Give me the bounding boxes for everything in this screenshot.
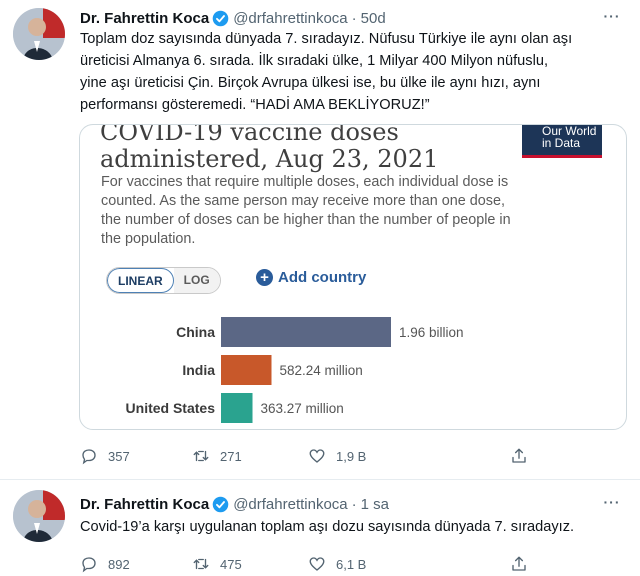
retweet-icon <box>193 450 209 462</box>
avatar[interactable] <box>13 8 65 60</box>
like-button[interactable]: 6,1 B <box>308 555 366 573</box>
bar-value-label: 582.24 million <box>280 363 363 378</box>
reply-icon <box>82 557 96 573</box>
heart-icon <box>309 449 325 463</box>
heart-icon <box>309 557 325 571</box>
retweet-count: 271 <box>220 448 242 464</box>
tweet-actions: 357 271 1,9 B <box>80 445 550 467</box>
like-count: 1,9 B <box>336 448 367 464</box>
author-handle[interactable]: @drfahrettinkoca <box>233 10 347 27</box>
reply-button[interactable]: 892 <box>80 555 130 573</box>
bar[interactable] <box>221 393 253 423</box>
retweet-count: 475 <box>220 556 242 572</box>
share-button[interactable] <box>510 447 538 465</box>
bar-category-label: India <box>182 362 215 378</box>
chart-description: For vaccines that require multiple doses… <box>101 174 511 247</box>
timestamp[interactable]: 50d <box>361 10 386 27</box>
like-button[interactable]: 1,9 B <box>308 447 366 465</box>
bar-category-label: United States <box>126 400 216 416</box>
separator-dot: · <box>351 495 357 513</box>
linear-toggle-option[interactable]: LINEAR <box>107 268 174 293</box>
reply-count: 892 <box>108 556 130 572</box>
tweet-actions: 892 475 6,1 B <box>80 553 550 575</box>
tweet[interactable]: Dr. Fahrettin Koca @drfahrettinkoca · 1 … <box>0 482 640 576</box>
plus-icon: + <box>256 269 273 286</box>
like-count: 6,1 B <box>336 556 367 572</box>
retweet-button[interactable]: 271 <box>192 447 242 465</box>
retweet-icon <box>193 558 209 570</box>
chart-title: COVID-19 vaccine doses administered, Aug… <box>100 124 439 173</box>
timestamp[interactable]: 1 sa <box>361 496 389 513</box>
add-country-button[interactable]: + Add country <box>256 269 366 286</box>
bar[interactable] <box>221 355 272 385</box>
reply-button[interactable]: 357 <box>80 447 130 465</box>
add-country-label: Add country <box>278 269 367 286</box>
share-icon <box>512 448 526 463</box>
avatar[interactable] <box>13 490 65 542</box>
bar-chart: China 1.96 billion India 582.24 million Unit… <box>126 317 464 423</box>
log-toggle-option[interactable]: LOG <box>173 268 220 293</box>
separator-dot: · <box>351 9 357 27</box>
tweet-text: Covid-19’a karşı uygulanan toplam aşı do… <box>80 519 575 535</box>
reply-count: 357 <box>108 448 130 464</box>
our-world-in-data-logo: Our World in Data <box>522 125 602 158</box>
bar[interactable] <box>221 317 391 347</box>
more-options-icon[interactable]: ··· <box>600 494 624 514</box>
more-options-icon[interactable]: ··· <box>600 8 624 28</box>
bar-value-label: 363.27 million <box>261 401 344 416</box>
scale-toggle: LINEAR LOG <box>106 267 221 294</box>
author-handle[interactable]: @drfahrettinkoca <box>233 496 347 513</box>
author-name[interactable]: Dr. Fahrettin Koca <box>80 10 209 27</box>
retweet-button[interactable]: 475 <box>192 555 242 573</box>
author-name[interactable]: Dr. Fahrettin Koca <box>80 496 209 513</box>
tweet-header: Dr. Fahrettin Koca @drfahrettinkoca · 50… <box>80 7 600 29</box>
tweet-header: Dr. Fahrettin Koca @drfahrettinkoca · 1 … <box>80 493 600 515</box>
share-icon <box>512 556 526 571</box>
verified-badge-icon <box>212 10 229 26</box>
bar-category-label: China <box>176 324 215 340</box>
reply-icon <box>82 449 96 465</box>
chart-image-card[interactable]: COVID-19 vaccine doses administered, Aug… <box>79 124 627 430</box>
tweet[interactable]: Dr. Fahrettin Koca @drfahrettinkoca · 50… <box>0 0 640 480</box>
verified-badge-icon <box>212 496 229 512</box>
bar-value-label: 1.96 billion <box>399 325 464 340</box>
share-button[interactable] <box>510 555 538 573</box>
tweet-text: Toplam doz sayısında dünyada 7. sıradayı… <box>80 31 573 113</box>
